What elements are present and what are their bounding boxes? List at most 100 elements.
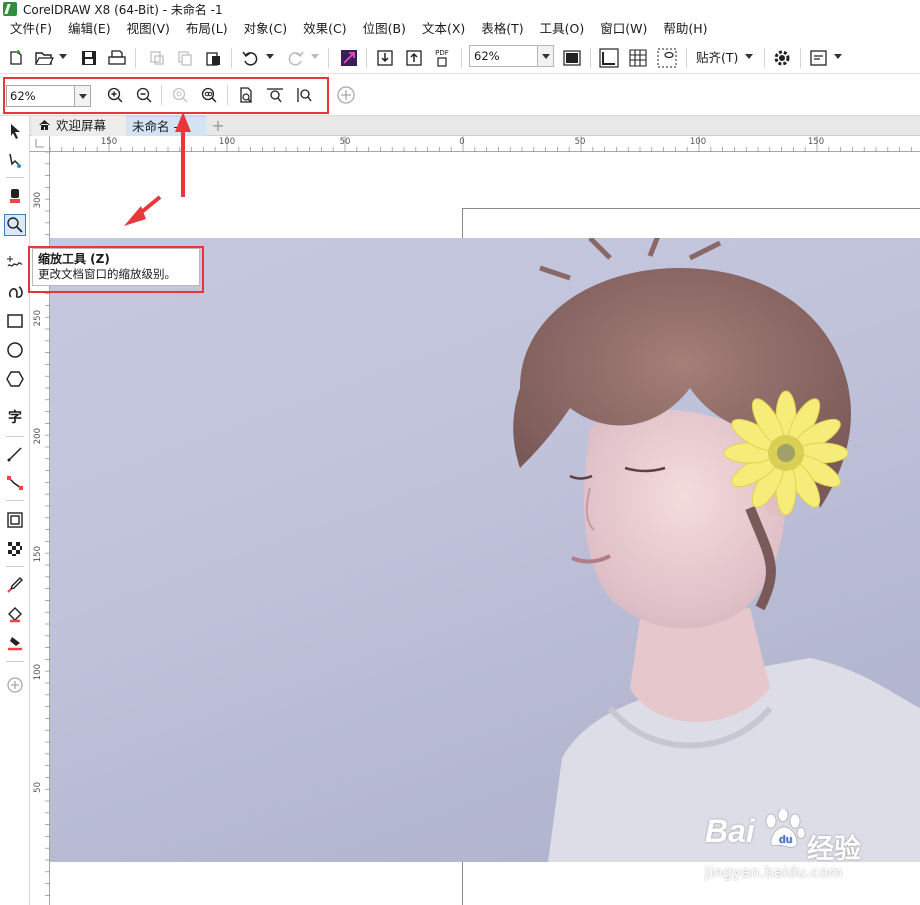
menu-help[interactable]: 帮助(H) [655, 18, 715, 40]
transparency-tool-icon[interactable] [4, 538, 26, 560]
menu-bar: 文件(F) 编辑(E) 视图(V) 布局(L) 对象(C) 效果(C) 位图(B… [0, 18, 920, 40]
watermark-url: jingyan.baidu.com [705, 865, 843, 881]
ruler-origin-corner[interactable] [30, 136, 50, 152]
pick-tool-icon[interactable] [4, 120, 26, 142]
property-zoom-level-select[interactable]: 62% [6, 85, 91, 107]
ellipse-tool-icon[interactable] [4, 339, 26, 361]
options-gear-icon[interactable] [771, 47, 793, 69]
tab-welcome-label: 欢迎屏幕 [56, 118, 107, 133]
zoom-to-page-width-icon[interactable] [264, 84, 286, 106]
show-grid-icon[interactable] [627, 47, 649, 69]
coreldraw-window: CorelDRAW X8 (64-Bit) - 未命名 -1 文件(F) 编辑(… [0, 0, 920, 905]
menu-layout[interactable]: 布局(L) [178, 18, 236, 40]
full-screen-preview-icon[interactable] [561, 47, 583, 69]
redo-dropdown-chevron-down-icon[interactable] [311, 54, 319, 59]
toolbar-zoom-level-select[interactable]: 62% [469, 45, 554, 67]
ruler-h-label: 0 [459, 137, 465, 147]
open-dropdown-chevron-down-icon[interactable] [59, 54, 67, 59]
new-tab-button[interactable]: + [208, 116, 228, 136]
paste-icon[interactable] [202, 47, 224, 69]
menu-bitmaps[interactable]: 位图(B) [355, 18, 414, 40]
tab-welcome-screen[interactable]: 欢迎屏幕 [32, 116, 126, 136]
copy-icon[interactable] [174, 47, 196, 69]
crop-tool-icon[interactable] [4, 185, 26, 207]
save-icon[interactable] [78, 47, 100, 69]
menu-view[interactable]: 视图(V) [119, 18, 178, 40]
tab-document-label: 未命名 -1 [132, 119, 186, 134]
menu-window[interactable]: 窗口(W) [592, 18, 655, 40]
tab-untitled-document[interactable]: 未命名 -1 [126, 116, 206, 136]
redo-icon[interactable] [284, 47, 306, 69]
menu-table[interactable]: 表格(T) [473, 18, 531, 40]
toolbar-zoom-chevron-down-icon[interactable] [537, 46, 553, 66]
zoom-to-page-height-icon[interactable] [293, 84, 315, 106]
ruler-h-label: 150 [100, 137, 118, 147]
connector-tool-icon[interactable] [4, 472, 26, 494]
polygon-tool-icon[interactable] [4, 368, 26, 390]
svg-text:du: du [779, 834, 792, 846]
zoom-tool-tooltip: 缩放工具 (Z) 更改文档窗口的缩放级别。 [32, 248, 200, 286]
snap-to-button[interactable]: 贴齐(T) [696, 47, 738, 66]
zoom-to-all-objects-icon[interactable] [198, 84, 220, 106]
menu-object[interactable]: 对象(C) [236, 18, 295, 40]
pdf-label: PDF [435, 49, 449, 57]
search-content-icon[interactable] [338, 47, 360, 69]
menu-effects[interactable]: 效果(C) [295, 18, 354, 40]
zoom-to-page-icon[interactable] [235, 84, 257, 106]
menu-tools[interactable]: 工具(O) [532, 18, 593, 40]
ruler-v-label: 200 [33, 428, 43, 445]
show-rulers-icon[interactable] [598, 47, 620, 69]
property-zoom-chevron-down-icon[interactable] [74, 86, 90, 106]
publish-pdf-icon[interactable]: PDF [431, 47, 453, 69]
menu-file[interactable]: 文件(F) [2, 18, 60, 40]
text-tool-glyph: 字 [8, 410, 22, 426]
interactive-fill-tool-icon[interactable] [4, 604, 26, 626]
shape-tool-icon[interactable] [4, 150, 26, 172]
customize-toolbox-add-icon[interactable] [4, 674, 26, 696]
property-bar [0, 74, 920, 116]
open-folder-icon[interactable] [33, 47, 55, 69]
placed-bitmap-photo[interactable] [50, 238, 920, 862]
application-launcher-icon[interactable] [808, 47, 830, 69]
cut-icon[interactable] [146, 47, 168, 69]
parallel-dimension-tool-icon[interactable] [4, 443, 26, 465]
zoom-to-selected-icon[interactable] [169, 84, 191, 106]
zoom-in-icon[interactable] [104, 84, 126, 106]
show-guidelines-icon[interactable] [656, 47, 678, 69]
menu-edit[interactable]: 编辑(E) [60, 18, 119, 40]
undo-dropdown-chevron-down-icon[interactable] [266, 54, 274, 59]
title-bar: CorelDRAW X8 (64-Bit) - 未命名 -1 [0, 0, 920, 18]
rectangle-tool-icon[interactable] [4, 310, 26, 332]
horizontal-ruler[interactable]: 150 100 50 0 50 100 150 [50, 136, 920, 152]
snap-dropdown-chevron-down-icon[interactable] [745, 54, 753, 59]
window-title: CorelDRAW X8 (64-Bit) - 未命名 -1 [23, 2, 223, 17]
new-document-icon[interactable] [5, 47, 27, 69]
print-icon[interactable] [106, 47, 128, 69]
portrait-illustration [513, 238, 920, 862]
tooltip-title: 缩放工具 (Z) [38, 252, 110, 266]
eyedropper-tool-icon[interactable] [4, 574, 26, 596]
smart-fill-tool-icon[interactable] [4, 633, 26, 655]
ruler-v-label: 250 [33, 310, 43, 327]
quick-customize-add-icon[interactable] [335, 84, 357, 106]
export-icon[interactable] [403, 47, 425, 69]
document-tabs: 欢迎屏幕 未命名 -1 + [30, 116, 920, 136]
ruler-h-label: 100 [689, 137, 707, 147]
page-border-top [462, 208, 920, 209]
ruler-v-label: 100 [33, 664, 43, 681]
ruler-h-label: 50 [339, 137, 351, 147]
ruler-h-label: 50 [574, 137, 586, 147]
text-tool-icon[interactable]: 字 [4, 406, 26, 428]
home-icon [39, 120, 50, 130]
undo-icon[interactable] [240, 47, 262, 69]
artistic-media-tool-icon[interactable] [4, 280, 26, 302]
zoom-out-icon[interactable] [133, 84, 155, 106]
launcher-dropdown-chevron-down-icon[interactable] [834, 54, 842, 59]
drop-shadow-tool-icon[interactable] [4, 509, 26, 531]
baidu-watermark: Bai du 经验 [705, 809, 861, 865]
import-icon[interactable] [374, 47, 396, 69]
zoom-tool-icon[interactable] [4, 214, 26, 236]
freehand-tool-icon[interactable] [4, 252, 26, 274]
toolbar-zoom-value: 62% [474, 49, 500, 63]
menu-text[interactable]: 文本(X) [414, 18, 473, 40]
